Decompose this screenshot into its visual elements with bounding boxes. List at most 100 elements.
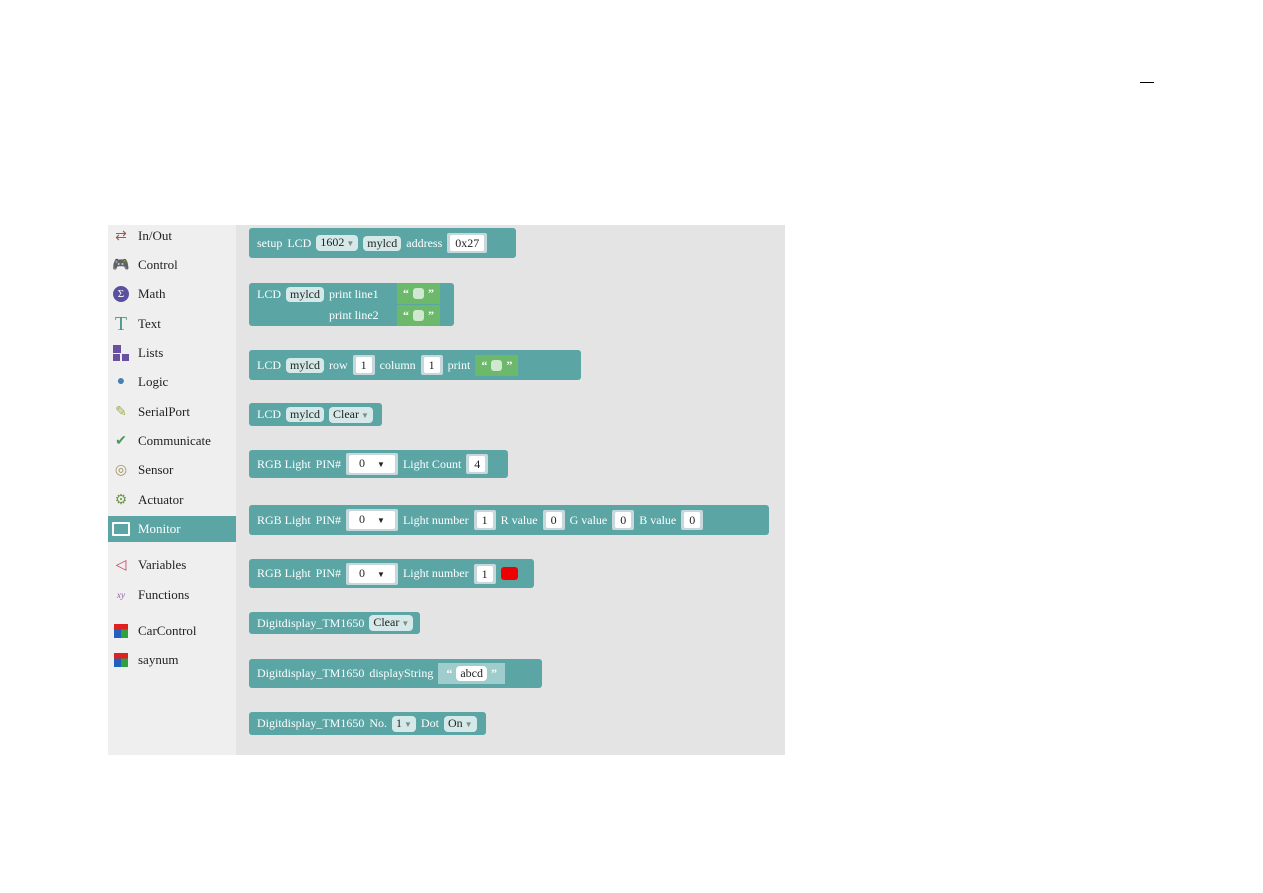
block-text: No. <box>369 716 388 730</box>
category-lists[interactable]: Lists <box>108 340 236 366</box>
block-text: RGB Light <box>257 512 311 527</box>
text-string-block[interactable]: “” <box>397 283 440 304</box>
lcd-name-field[interactable]: mylcd <box>286 287 324 302</box>
block-text: print <box>447 357 471 372</box>
block-text: row <box>329 357 348 372</box>
address-input[interactable]: 0x27 <box>447 233 488 253</box>
block-rgb-set-color[interactable]: RGB Light PIN# 0 ▼ Light number 1 <box>249 559 534 588</box>
usb-icon: ✎ <box>115 404 127 420</box>
category-label: Functions <box>138 587 190 602</box>
color-picker[interactable] <box>500 567 518 580</box>
light-count-input[interactable]: 4 <box>466 454 489 474</box>
block-text: Digitdisplay_TM1650 <box>257 615 365 630</box>
category-label: saynum <box>138 652 179 667</box>
block-text: setup <box>257 235 283 250</box>
block-digit-dot[interactable]: Digitdisplay_TM1650 No. 1 ▼ Dot On ▼ <box>249 712 486 735</box>
category-label: Monitor <box>138 521 181 536</box>
category-label: Control <box>138 257 178 272</box>
category-control[interactable]: 🎮 Control <box>108 252 236 278</box>
toolbox: ⇄ In/Out 🎮 Control Σ Math T Text Lists ● Logi… <box>108 225 236 755</box>
category-communicate[interactable]: ✔ Communicate <box>108 428 236 454</box>
block-rgb-count[interactable]: RGB Light PIN# 0 ▼ Light Count 4 <box>249 450 508 478</box>
light-number-input[interactable]: 1 <box>473 563 496 584</box>
clear-dropdown[interactable]: Clear ▼ <box>329 406 373 423</box>
block-digit-display-string[interactable]: Digitdisplay_TM1650 displayString “abcd” <box>249 659 542 688</box>
dot-state-dropdown[interactable]: On ▼ <box>443 715 477 732</box>
lists-icon <box>111 344 131 362</box>
block-text: B value <box>639 512 677 527</box>
block-text: LCD <box>257 407 281 421</box>
category-saynum[interactable]: saynum <box>108 647 236 673</box>
lcd-name-field[interactable]: mylcd <box>286 357 324 373</box>
sensor-icon: ◎ <box>114 462 128 478</box>
light-number-input[interactable]: 1 <box>473 510 496 530</box>
r-value-input[interactable]: 0 <box>542 510 565 530</box>
category-inout[interactable]: ⇄ In/Out <box>108 223 236 249</box>
category-sensor[interactable]: ◎ Sensor <box>108 457 236 483</box>
monitor-icon <box>111 520 131 538</box>
block-text: PIN# <box>315 566 342 580</box>
category-serialport[interactable]: ✎ SerialPort <box>108 399 236 425</box>
category-text[interactable]: T Text <box>108 311 236 337</box>
category-label: SerialPort <box>138 404 190 419</box>
block-text: LCD <box>257 357 281 372</box>
category-label: Math <box>138 286 166 301</box>
category-label: Logic <box>138 374 169 389</box>
category-label: Text <box>138 316 161 331</box>
bulb-icon: ● <box>116 374 126 389</box>
category-carcontrol[interactable]: CarControl <box>108 618 236 644</box>
block-text: Light Count <box>402 456 462 471</box>
block-lcd-setup[interactable]: setup LCD 1602 ▼ mylcd address 0x27 <box>249 228 516 258</box>
g-value-input[interactable]: 0 <box>612 510 635 530</box>
block-text: address <box>406 235 443 250</box>
pin-dropdown[interactable]: 0 ▼ <box>346 562 398 585</box>
string-value[interactable]: abcd <box>456 666 488 681</box>
digit-number-dropdown[interactable]: 1 ▼ <box>392 715 416 732</box>
lcd-model-dropdown[interactable]: 1602 ▼ <box>316 235 359 251</box>
block-text: PIN# <box>315 456 342 471</box>
block-text: LCD <box>287 235 312 250</box>
block-text: Light number <box>402 512 469 527</box>
category-variables[interactable]: ◁ Variables <box>108 552 236 578</box>
block-text: column <box>379 357 416 372</box>
category-monitor[interactable]: Monitor <box>108 516 236 542</box>
b-value-input[interactable]: 0 <box>681 510 704 530</box>
block-lcd-clear[interactable]: LCD mylcd Clear ▼ <box>249 403 382 426</box>
block-text: Digitdisplay_TM1650 <box>257 666 365 680</box>
dash-mark <box>1140 82 1154 83</box>
arrows-icon: ⇄ <box>115 228 127 244</box>
block-text: R value <box>500 512 538 527</box>
text-icon: T <box>114 312 128 335</box>
blockly-editor: ⇄ In/Out 🎮 Control Σ Math T Text Lists ● Logi… <box>108 225 785 755</box>
actuator-icon: ⚙ <box>114 492 128 508</box>
gamepad-icon: 🎮 <box>112 257 130 273</box>
category-logic[interactable]: ● Logic <box>108 369 236 395</box>
block-lcd-print-position[interactable]: LCD mylcd row 1 column 1 print “” <box>249 350 581 380</box>
block-text: Light number <box>402 566 469 580</box>
column-input[interactable]: 1 <box>420 355 443 375</box>
category-math[interactable]: Σ Math <box>108 281 236 307</box>
category-label: Actuator <box>138 492 184 507</box>
lcd-name-field[interactable]: mylcd <box>286 407 324 422</box>
category-label: In/Out <box>138 228 172 243</box>
clear-dropdown[interactable]: Clear ▼ <box>369 615 414 631</box>
pin-dropdown[interactable]: 0 ▼ <box>346 453 398 475</box>
functions-icon: xy <box>117 590 125 600</box>
block-text: G value <box>569 512 608 527</box>
pin-dropdown[interactable]: 0 ▼ <box>346 509 398 531</box>
cube-icon <box>111 622 131 640</box>
row-input[interactable]: 1 <box>352 355 375 375</box>
block-text: print line1 <box>329 287 379 301</box>
block-rgb-set-values[interactable]: RGB Light PIN# 0 ▼ Light number 1 R value … <box>249 505 769 535</box>
block-text: print line2 <box>329 308 379 322</box>
block-text: RGB Light <box>257 456 311 471</box>
category-actuator[interactable]: ⚙ Actuator <box>108 487 236 513</box>
category-functions[interactable]: xy Functions <box>108 582 236 608</box>
block-lcd-print-lines[interactable]: LCD mylcd print line1 print line2 “” “” <box>249 283 454 326</box>
antenna-icon: ✔ <box>115 433 127 449</box>
text-string-block[interactable]: “” <box>397 305 440 326</box>
block-digit-clear[interactable]: Digitdisplay_TM1650 Clear ▼ <box>249 612 420 634</box>
text-string-block[interactable]: “abcd” <box>438 663 506 684</box>
lcd-name-field[interactable]: mylcd <box>363 235 402 251</box>
text-string-block[interactable]: “” <box>475 354 519 376</box>
